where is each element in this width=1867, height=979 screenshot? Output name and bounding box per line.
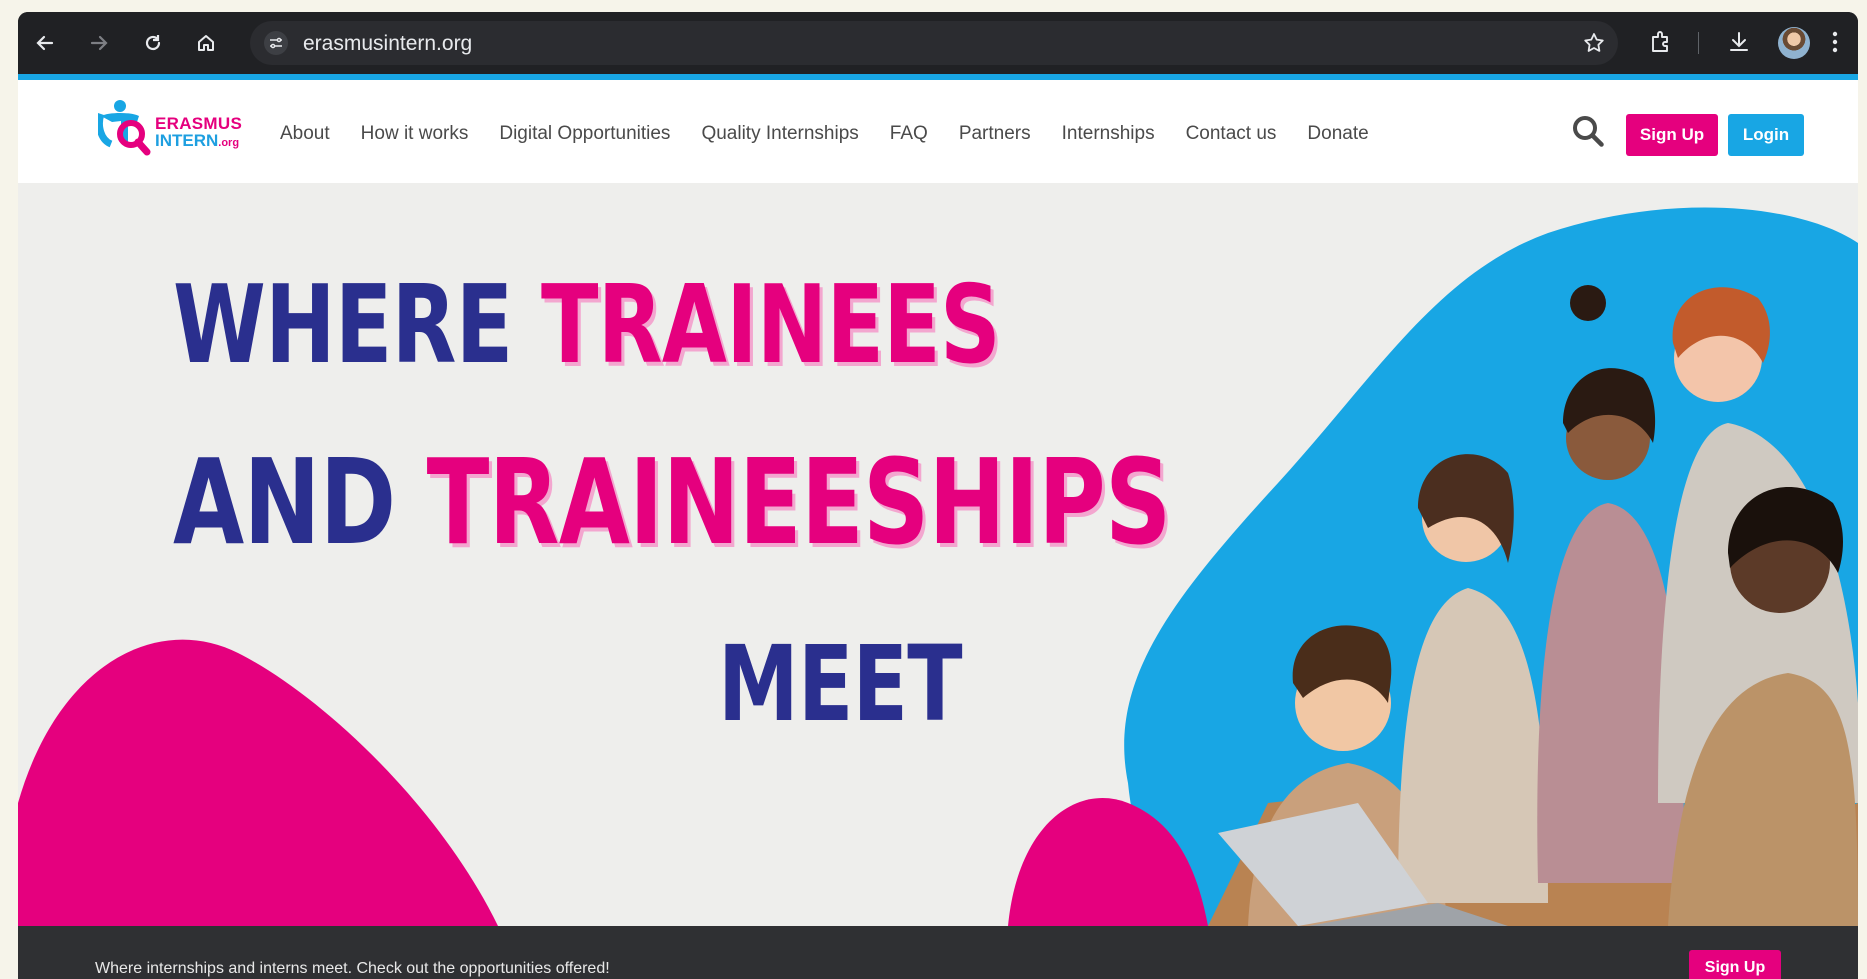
nav-digital-opportunities[interactable]: Digital Opportunities xyxy=(499,123,670,145)
nav-faq[interactable]: FAQ xyxy=(890,123,928,145)
nav-donate[interactable]: Donate xyxy=(1307,123,1368,145)
reload-icon xyxy=(145,35,161,51)
site-header: ERASMUS INTERN.org About How it works Di… xyxy=(18,80,1858,183)
logo-suffix: .org xyxy=(218,137,240,149)
site-settings-icon[interactable] xyxy=(264,31,288,55)
search-icon xyxy=(1573,116,1604,147)
nav-how-it-works[interactable]: How it works xyxy=(361,123,469,145)
nav-internships[interactable]: Internships xyxy=(1062,123,1155,145)
arrow-right-icon xyxy=(90,35,108,51)
pink-blob-left xyxy=(18,639,498,926)
logo-figure-icon xyxy=(98,100,151,156)
browser-window: erasmusintern.org ERASMUS INTERN.org Abo… xyxy=(18,12,1858,979)
toolbar-divider xyxy=(1698,32,1699,54)
back-button[interactable] xyxy=(32,30,58,56)
nav-partners[interactable]: Partners xyxy=(959,123,1031,145)
extensions-icon[interactable] xyxy=(1648,29,1674,60)
nav-quality-internships[interactable]: Quality Internships xyxy=(701,123,858,145)
signup-button[interactable]: Sign Up xyxy=(1626,114,1718,156)
url-text[interactable]: erasmusintern.org xyxy=(303,32,472,56)
address-bar[interactable]: erasmusintern.org xyxy=(250,21,1618,65)
reload-button[interactable] xyxy=(140,30,166,56)
profile-avatar[interactable] xyxy=(1778,27,1810,59)
main-nav: About How it works Digital Opportunities… xyxy=(280,123,1400,145)
logo-line2: INTERN.org xyxy=(155,131,240,150)
login-button[interactable]: Login xyxy=(1728,114,1804,156)
home-button[interactable] xyxy=(193,30,219,56)
hero-headline-line1: WHERE TRAINEES xyxy=(173,263,1001,388)
hero-banner: WHERE TRAINEES AND TRAINEESHIPS MEET xyxy=(18,183,1858,926)
strip-text: Where internships and interns meet. Chec… xyxy=(95,960,610,977)
site-logo[interactable]: ERASMUS INTERN.org xyxy=(98,100,243,160)
browser-toolbar: erasmusintern.org xyxy=(18,12,1858,74)
bookmark-star-icon[interactable] xyxy=(1582,31,1606,60)
hero-headline-line3: MEET xyxy=(718,623,963,745)
arrow-left-icon xyxy=(36,35,54,51)
forward-button[interactable] xyxy=(86,30,112,56)
menu-dots-icon[interactable] xyxy=(1830,29,1840,60)
download-icon[interactable] xyxy=(1726,29,1752,60)
info-strip: Where internships and interns meet. Chec… xyxy=(18,926,1858,979)
strip-signup-button[interactable]: Sign Up xyxy=(1689,950,1781,979)
hero-headline-line2: AND TRAINEESHIPS xyxy=(173,433,1171,571)
search-button[interactable] xyxy=(1570,113,1606,149)
home-icon xyxy=(198,35,214,51)
nav-about[interactable]: About xyxy=(280,123,330,145)
nav-contact-us[interactable]: Contact us xyxy=(1186,123,1277,145)
